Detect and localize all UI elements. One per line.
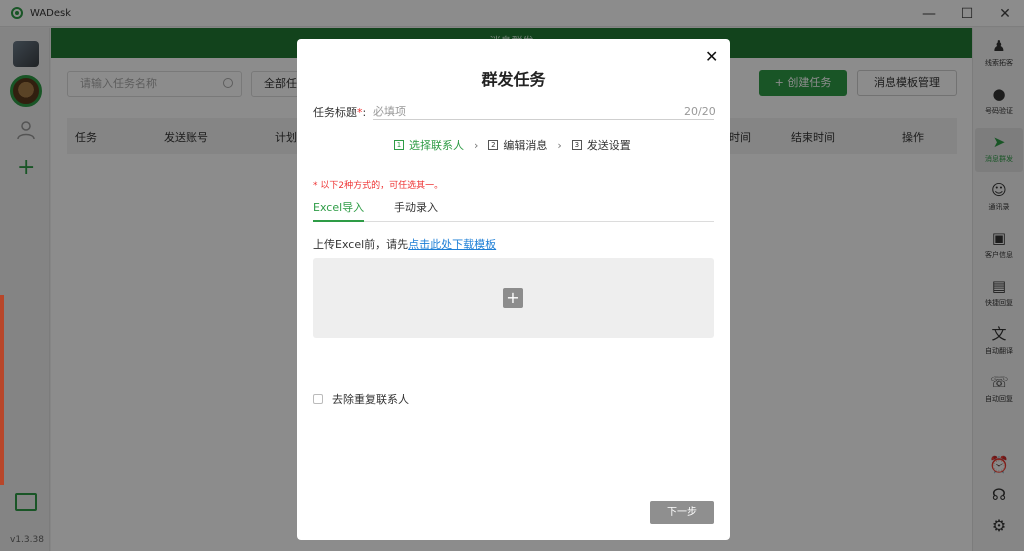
char-counter: 20/20 bbox=[684, 105, 716, 118]
step-edit-message: 2 编辑消息 bbox=[488, 137, 547, 153]
add-file-icon[interactable]: + bbox=[503, 288, 523, 308]
task-title-input[interactable] bbox=[373, 104, 714, 120]
step-select-contacts: 1 选择联系人 bbox=[394, 137, 464, 153]
dedup-label: 去除重复联系人 bbox=[332, 393, 409, 406]
dedup-option[interactable]: 去除重复联系人 bbox=[313, 391, 409, 407]
dedup-checkbox[interactable] bbox=[313, 394, 323, 404]
tab-manual-entry[interactable]: 手动录入 bbox=[394, 199, 438, 222]
step-send-settings: 3 发送设置 bbox=[571, 137, 631, 153]
method-notice: * 以下2种方式的，可任选其一。 bbox=[313, 181, 444, 191]
upload-hint: 上传Excel前，请先点击此处下载模板 bbox=[313, 238, 497, 251]
import-tabs: Excel导入 手动录入 bbox=[313, 199, 714, 222]
tab-excel-import[interactable]: Excel导入 bbox=[313, 199, 365, 222]
close-icon[interactable]: ✕ bbox=[705, 47, 718, 66]
chevron-right-icon: › bbox=[474, 138, 479, 152]
download-template-link[interactable]: 点击此处下载模板 bbox=[408, 238, 496, 251]
task-title-label: 任务标题*: bbox=[313, 106, 367, 119]
chevron-right-icon: › bbox=[557, 138, 562, 152]
excel-upload-dropzone[interactable]: + bbox=[313, 258, 714, 338]
next-step-button[interactable]: 下一步 bbox=[650, 501, 714, 524]
broadcast-task-dialog: 群发任务 ✕ 任务标题*: 20/20 1 选择联系人 › 2 编辑消息 › 3… bbox=[297, 39, 730, 540]
background-window-edge bbox=[0, 295, 4, 485]
step-indicator: 1 选择联系人 › 2 编辑消息 › 3 发送设置 bbox=[394, 137, 631, 153]
dialog-title: 群发任务 bbox=[481, 70, 546, 89]
